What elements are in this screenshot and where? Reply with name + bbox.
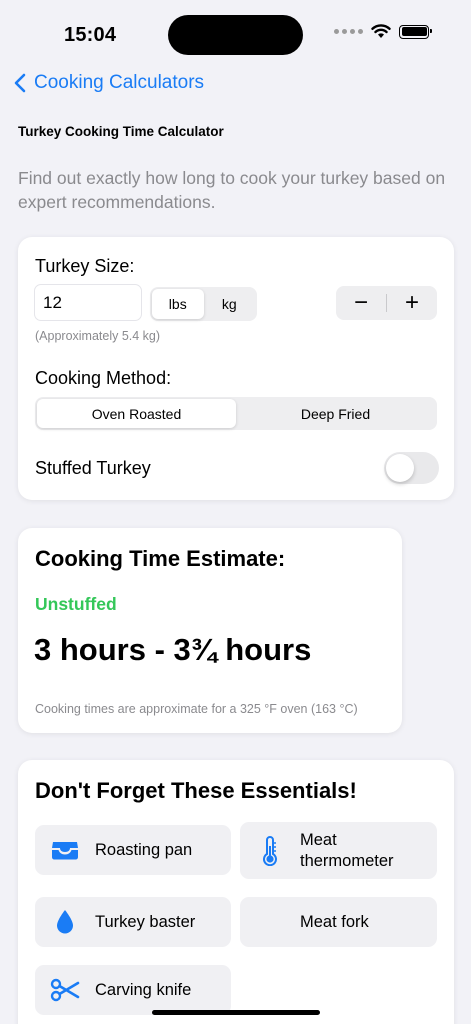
- stuffed-turkey-label: Stuffed Turkey: [35, 458, 151, 478]
- unit-lbs-option[interactable]: lbs: [152, 289, 204, 319]
- intro-text: Find out exactly how long to cook your t…: [18, 168, 446, 212]
- home-indicator[interactable]: [152, 1010, 320, 1015]
- size-stepper: − +: [336, 286, 437, 320]
- battery-icon: [399, 24, 432, 39]
- back-button-label: Cooking Calculators: [34, 72, 205, 93]
- essential-item-roasting-pan[interactable]: Roasting pan: [35, 825, 231, 875]
- dynamic-island: [168, 15, 303, 55]
- stuffed-turkey-toggle[interactable]: [384, 452, 439, 484]
- tray-icon: [50, 835, 80, 865]
- unit-segmented-control: lbs kg: [150, 287, 257, 321]
- essentials-title: Don't Forget These Essentials!: [35, 778, 357, 803]
- wifi-icon: [371, 24, 391, 38]
- approx-weight-note: (Approximately 5.4 kg): [35, 329, 161, 343]
- estimate-title: Cooking Time Estimate:: [35, 546, 286, 571]
- decrement-button[interactable]: −: [336, 286, 386, 320]
- essential-item-meat-fork[interactable]: Meat fork: [240, 897, 437, 947]
- method-oven-roasted-option[interactable]: Oven Roasted: [37, 399, 236, 428]
- scissors-icon: [50, 975, 80, 1005]
- turkey-input-card: Turkey Size: lbs kg − + (Approximately 5…: [18, 237, 454, 500]
- turkey-size-input[interactable]: [34, 284, 142, 321]
- cooking-method-label: Cooking Method:: [35, 368, 172, 388]
- essential-label: Meat thermometer: [300, 830, 394, 870]
- estimate-note: Cooking times are approximate for a 325 …: [35, 702, 358, 716]
- chevron-left-icon: [14, 73, 26, 93]
- status-icons: [334, 24, 432, 39]
- status-bar: 15:04: [0, 0, 471, 70]
- unit-kg-option[interactable]: kg: [204, 289, 256, 319]
- turkey-size-label: Turkey Size:: [35, 256, 135, 276]
- essential-label: Turkey baster: [95, 912, 196, 931]
- essential-label: Carving knife: [95, 980, 192, 999]
- essential-item-carving-knife[interactable]: Carving knife: [35, 965, 231, 1015]
- signal-dots-icon: [334, 29, 363, 34]
- essential-label: Meat fork: [300, 912, 369, 931]
- essentials-card: Don't Forget These Essentials! Roasting …: [18, 760, 454, 1024]
- method-deep-fried-option[interactable]: Deep Fried: [236, 399, 435, 428]
- cooking-method-segmented-control: Oven Roasted Deep Fried: [35, 397, 437, 430]
- essential-item-meat-thermometer[interactable]: Meat thermometer: [240, 822, 437, 879]
- thermometer-icon: [255, 835, 285, 866]
- toggle-knob: [386, 454, 414, 482]
- estimate-status: Unstuffed: [35, 594, 117, 614]
- increment-button[interactable]: +: [387, 286, 437, 320]
- page-title: Turkey Cooking Time Calculator: [18, 124, 224, 139]
- estimate-value: 3 hours - 3¾ hours: [34, 632, 312, 667]
- drop-icon: [50, 907, 80, 937]
- essential-label: Roasting pan: [95, 840, 193, 859]
- essential-item-turkey-baster[interactable]: Turkey baster: [35, 897, 231, 947]
- back-button[interactable]: Cooking Calculators: [14, 72, 204, 94]
- status-time: 15:04: [64, 24, 117, 46]
- estimate-card: Cooking Time Estimate: Unstuffed 3 hours…: [18, 528, 402, 733]
